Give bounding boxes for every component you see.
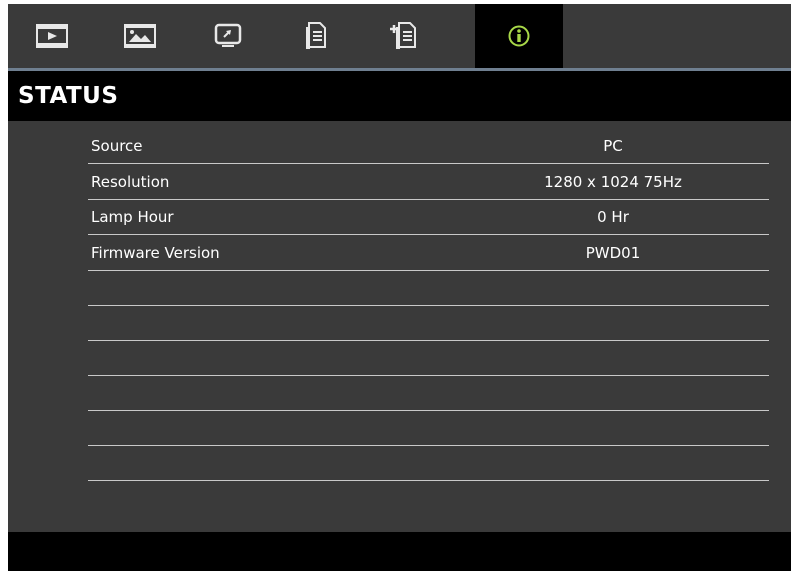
osd-menu: STATUS Source PC Resolution 1280 x 1024 … (8, 4, 791, 571)
menu-tab-bar (8, 4, 791, 68)
row-value: 1280 x 1024 75Hz (544, 173, 682, 191)
info-icon (507, 24, 531, 48)
row-value: PWD01 (585, 244, 641, 262)
status-row-empty (88, 305, 769, 341)
footer-bar (8, 532, 791, 571)
advanced-setup-icon (390, 22, 416, 49)
row-value: PC (603, 137, 623, 155)
status-row-empty (88, 270, 769, 306)
tab-advanced-setup[interactable] (360, 4, 448, 68)
row-label: Resolution (91, 173, 170, 191)
display-screen-icon (214, 23, 242, 47)
page-header: STATUS (8, 71, 791, 121)
tab-image[interactable] (96, 4, 184, 68)
tab-display[interactable] (184, 4, 272, 68)
row-label: Source (91, 137, 143, 155)
row-value: 0 Hr (597, 208, 629, 226)
status-row-lamp-hour: Lamp Hour 0 Hr (88, 199, 769, 235)
status-row-empty (88, 375, 769, 411)
tab-setup[interactable] (272, 4, 360, 68)
status-row-resolution: Resolution 1280 x 1024 75Hz (88, 164, 769, 200)
status-row-empty (88, 340, 769, 376)
status-row-empty (88, 410, 769, 446)
status-row-empty (88, 445, 769, 481)
row-label: Firmware Version (91, 244, 220, 262)
picture-play-icon (36, 24, 68, 48)
tab-status[interactable] (475, 4, 563, 68)
setup-document-icon (306, 22, 326, 49)
status-list: Source PC Resolution 1280 x 1024 75Hz La… (8, 121, 791, 532)
tab-picture[interactable] (8, 4, 96, 68)
row-label: Lamp Hour (91, 208, 174, 226)
status-row-firmware: Firmware Version PWD01 (88, 235, 769, 271)
page-title: STATUS (18, 83, 119, 109)
status-row-source: Source PC (88, 128, 769, 164)
image-settings-icon (124, 24, 156, 48)
